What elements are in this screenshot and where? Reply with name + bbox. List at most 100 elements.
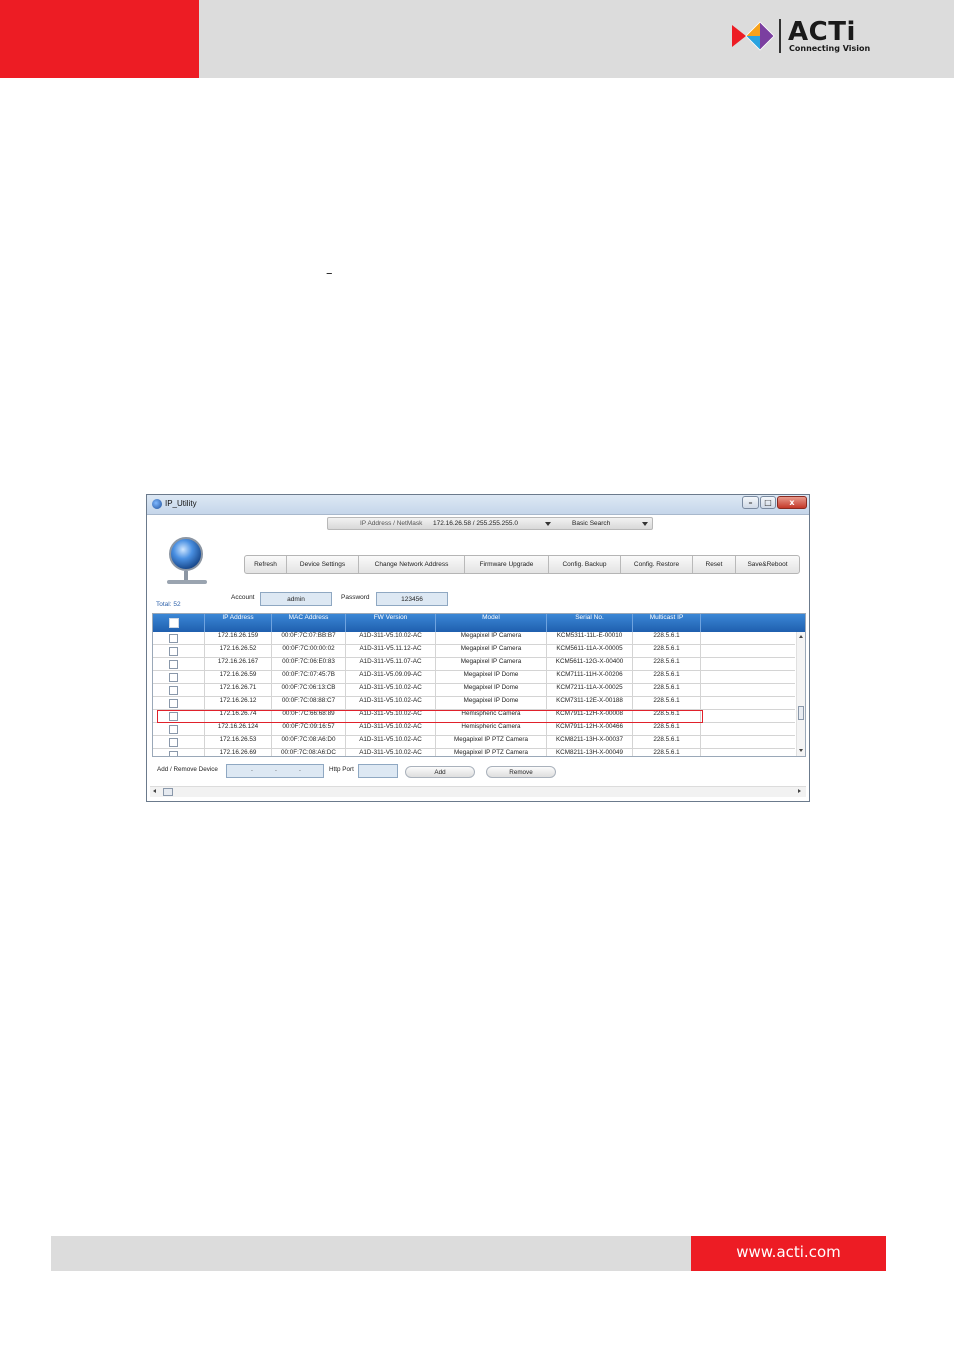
cell-multicast-ip: 228.5.6.1	[633, 736, 701, 748]
reset-button[interactable]: Reset	[693, 556, 736, 573]
column-mac-address[interactable]: MAC Address	[272, 614, 346, 632]
cell-mac-address: 00:0F:7C:06:13:CB	[272, 684, 346, 696]
column-model[interactable]: Model	[436, 614, 547, 632]
firmware-upgrade-button[interactable]: Firmware Upgrade	[465, 556, 549, 573]
cell-model: Megapixel IP Camera	[436, 632, 547, 644]
table-row[interactable]: 172.16.26.159 00:0F:7C:07:BB:B7 A1D-311-V5…	[153, 632, 795, 645]
cell-model: Megapixel IP Camera	[436, 658, 547, 670]
password-field[interactable]: 123456	[376, 592, 448, 606]
table-row[interactable]: 172.16.26.167 00:0F:7C:06:E0:83 A1D-311-V5…	[153, 658, 795, 671]
cell-serial-no: KCM5611-11A-X-00005	[547, 645, 633, 657]
scroll-up-icon[interactable]	[799, 635, 803, 638]
hscroll-thumb[interactable]	[163, 788, 173, 796]
row-checkbox[interactable]	[169, 712, 178, 721]
row-checkbox[interactable]	[169, 647, 178, 656]
cell-fw-version: A1D-311-V5.11.07-AC	[346, 658, 436, 670]
row-checkbox[interactable]	[169, 660, 178, 669]
search-mode[interactable]: Basic Search	[572, 520, 610, 527]
cell-fw-version: A1D-311-V5.09.09-AC	[346, 671, 436, 683]
cell-multicast-ip: 228.5.6.1	[633, 632, 701, 644]
cell-serial-no: KCM7211-11A-X-00025	[547, 684, 633, 696]
chevron-down-icon[interactable]	[545, 522, 551, 526]
cell-mac-address: 00:0F:7C:09:16:57	[272, 723, 346, 735]
password-label: Password	[341, 594, 370, 601]
chevron-down-icon[interactable]	[642, 522, 648, 526]
cell-ip-address: 172.16.26.124	[205, 723, 272, 735]
http-port-input[interactable]	[358, 764, 398, 778]
logo-wordmark: ACTi	[788, 17, 856, 47]
minimize-button[interactable]: –	[742, 496, 759, 509]
table-row[interactable]: 172.16.26.52 00:0F:7C:00:00:02 A1D-311-V5.…	[153, 645, 795, 658]
cell-model: Megapixel IP Dome	[436, 671, 547, 683]
table-row[interactable]: 172.16.26.69 00:0F:7C:08:A6:DC A1D-311-V5.…	[153, 749, 795, 756]
row-checkbox[interactable]	[169, 738, 178, 747]
body-dash: –	[326, 266, 333, 281]
add-button[interactable]: Add	[405, 766, 475, 778]
remove-button[interactable]: Remove	[486, 766, 556, 778]
refresh-button[interactable]: Refresh	[245, 556, 287, 573]
header-red-block	[0, 0, 199, 78]
cell-serial-no: KCM7311-12E-X-00188	[547, 697, 633, 709]
maximize-button[interactable]: □	[760, 496, 776, 509]
cell-fw-version: A1D-311-V5.10.02-AC	[346, 684, 436, 696]
cell-model: Hemispheric Camera	[436, 723, 547, 735]
search-bar[interactable]: IP Address / NetMask 172.16.26.58 / 255.…	[327, 517, 653, 530]
ip-utility-window: IP_Utility – □ x IP Address / NetMask 17…	[146, 494, 810, 802]
config-restore-button[interactable]: Config. Restore	[621, 556, 693, 573]
cell-fw-version: A1D-311-V5.10.02-AC	[346, 697, 436, 709]
cell-ip-address: 172.16.26.52	[205, 645, 272, 657]
column-fw-version[interactable]: FW Version	[346, 614, 436, 632]
table-row[interactable]: 172.16.26.74 00:0F:7C:66:68:89 A1D-311-V5.…	[153, 710, 795, 723]
row-checkbox[interactable]	[169, 634, 178, 643]
cell-multicast-ip: 228.5.6.1	[633, 671, 701, 683]
account-field[interactable]: admin	[260, 592, 332, 606]
table-row[interactable]: 172.16.26.53 00:0F:7C:08:A6:D0 A1D-311-V5.…	[153, 736, 795, 749]
cell-serial-no: KCM7911-12H-X-00466	[547, 723, 633, 735]
table-row[interactable]: 172.16.26.71 00:0F:7C:06:13:CB A1D-311-V5.…	[153, 684, 795, 697]
cell-model: Megapixel IP Dome	[436, 684, 547, 696]
cell-ip-address: 172.16.26.12	[205, 697, 272, 709]
cell-fw-version: A1D-311-V5.10.02-AC	[346, 749, 436, 756]
select-all-checkbox[interactable]	[169, 618, 179, 628]
cell-model: Hemispheric Camera	[436, 710, 547, 722]
horizontal-scrollbar[interactable]	[150, 786, 806, 797]
cell-serial-no: KCM5611-12G-X-00400	[547, 658, 633, 670]
search-value[interactable]: 172.16.26.58 / 255.255.255.0	[433, 520, 518, 527]
footer-url[interactable]: www.acti.com	[691, 1243, 886, 1261]
scroll-thumb[interactable]	[798, 706, 804, 720]
top-panel: IP Address / NetMask 172.16.26.58 / 255.…	[147, 515, 809, 609]
cell-fw-version: A1D-311-V5.10.02-AC	[346, 736, 436, 748]
account-label: Account	[231, 594, 255, 601]
scroll-right-icon[interactable]	[798, 789, 801, 793]
scroll-down-icon[interactable]	[799, 749, 803, 752]
toolbar: Refresh Device Settings Change Network A…	[244, 555, 800, 574]
device-settings-button[interactable]: Device Settings	[287, 556, 359, 573]
row-checkbox[interactable]	[169, 751, 178, 756]
cell-serial-no: KCM8211-13H-X-00037	[547, 736, 633, 748]
cell-ip-address: 172.16.26.71	[205, 684, 272, 696]
close-button[interactable]: x	[777, 496, 807, 509]
cell-multicast-ip: 228.5.6.1	[633, 645, 701, 657]
add-remove-label: Add / Remove Device	[157, 766, 218, 773]
row-checkbox[interactable]	[169, 699, 178, 708]
config-backup-button[interactable]: Config. Backup	[549, 556, 621, 573]
cell-model: Megapixel IP Dome	[436, 697, 547, 709]
scroll-left-icon[interactable]	[153, 789, 156, 793]
change-network-address-button[interactable]: Change Network Address	[359, 556, 465, 573]
table-row[interactable]: 172.16.26.124 00:0F:7C:09:16:57 A1D-311-V5…	[153, 723, 795, 736]
cell-mac-address: 00:0F:7C:08:A6:D0	[272, 736, 346, 748]
table-row[interactable]: 172.16.26.12 00:0F:7C:08:88:C7 A1D-311-V5.…	[153, 697, 795, 710]
table-vertical-scrollbar[interactable]	[796, 632, 805, 756]
save-reboot-button[interactable]: Save&Reboot	[736, 556, 799, 573]
column-ip-address[interactable]: IP Address	[205, 614, 272, 632]
row-checkbox[interactable]	[169, 686, 178, 695]
row-checkbox[interactable]	[169, 673, 178, 682]
device-table: IP Address MAC Address FW Version Model …	[152, 613, 806, 757]
table-row[interactable]: 172.16.26.59 00:0F:7C:07:45:7B A1D-311-V5.…	[153, 671, 795, 684]
device-ip-input[interactable]: . . .	[226, 764, 324, 778]
column-multicast-ip[interactable]: Multicast IP	[633, 614, 701, 632]
column-serial-no[interactable]: Serial No.	[547, 614, 633, 632]
row-checkbox[interactable]	[169, 725, 178, 734]
cell-multicast-ip: 228.5.6.1	[633, 684, 701, 696]
cell-select	[153, 697, 205, 709]
